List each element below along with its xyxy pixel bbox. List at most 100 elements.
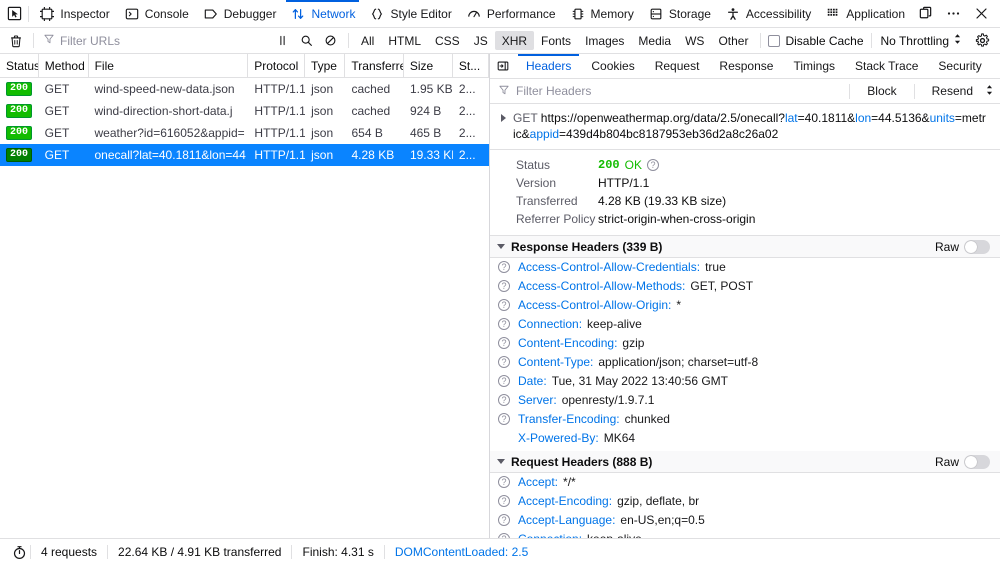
column-header-size[interactable]: Size	[404, 54, 453, 77]
help-icon[interactable]: ?	[498, 280, 510, 292]
request-url-row[interactable]: GET https://openweathermap.org/data/2.5/…	[490, 104, 1000, 150]
tab-console[interactable]: Console	[117, 0, 196, 28]
filter-type-css[interactable]: CSS	[428, 31, 467, 50]
filter-type-js[interactable]: JS	[467, 31, 495, 50]
tab-memory[interactable]: Memory	[563, 0, 641, 28]
help-icon[interactable]: ?	[498, 356, 510, 368]
expand-twisty-icon[interactable]	[498, 110, 508, 126]
cell-method: GET	[44, 82, 70, 96]
tab-performance[interactable]: Performance	[459, 0, 563, 28]
toolbar-separator	[849, 83, 851, 99]
header-value: keep-alive	[587, 317, 642, 331]
table-row[interactable]: 200 GET wind-speed-new-data.json HTTP/1.…	[0, 78, 489, 100]
url-param-val: =44.5136&	[871, 111, 930, 125]
stopwatch-icon[interactable]	[8, 545, 30, 560]
tab-style-editor[interactable]: Style Editor	[362, 0, 458, 28]
help-icon[interactable]: ?	[646, 159, 659, 171]
header-row: ? Date: Tue, 31 May 2022 13:40:56 GMT	[490, 372, 1000, 391]
column-header-status-timeline[interactable]: St...	[453, 54, 490, 77]
style-editor-icon	[369, 6, 385, 22]
debugger-icon	[203, 6, 219, 22]
help-icon[interactable]: ?	[498, 495, 510, 507]
disable-cache-checkbox[interactable]: Disable Cache	[766, 34, 865, 48]
tab-application[interactable]: Application	[818, 0, 912, 28]
request-headers-section-header[interactable]: Request Headers (888 B) Raw	[490, 451, 1000, 473]
gear-icon[interactable]	[970, 30, 994, 52]
help-icon[interactable]: ?	[498, 413, 510, 425]
trash-icon[interactable]	[4, 30, 28, 52]
block-button[interactable]: Block	[861, 84, 902, 98]
chevron-updown-icon[interactable]	[985, 84, 994, 99]
filter-headers-input[interactable]: Filter Headers	[516, 84, 838, 98]
meatball-menu-icon[interactable]	[940, 1, 966, 27]
close-icon[interactable]	[968, 1, 994, 27]
filter-type-fonts[interactable]: Fonts	[534, 31, 578, 50]
dock-split-icon[interactable]	[912, 1, 938, 27]
response-headers-section-header[interactable]: Response Headers (339 B) Raw	[490, 236, 1000, 258]
tab-inspector[interactable]: Inspector	[32, 0, 116, 28]
disable-cache-label: Disable Cache	[785, 33, 864, 48]
details-tab-request[interactable]: Request	[645, 54, 710, 78]
raw-toggle[interactable]	[964, 239, 990, 254]
header-row: ? Accept: */*	[490, 473, 1000, 492]
network-main-area: Status Method File Protocol Type Transfe…	[0, 54, 1000, 538]
help-icon[interactable]: ?	[498, 337, 510, 349]
url-param-key: appid	[529, 127, 560, 141]
help-icon[interactable]: ?	[498, 318, 510, 330]
help-icon[interactable]: ?	[498, 299, 510, 311]
filter-type-other[interactable]: Other	[711, 31, 755, 50]
dom-content-loaded: DOMContentLoaded: 2.5	[394, 545, 529, 559]
help-icon[interactable]: ?	[498, 514, 510, 526]
help-icon[interactable]: ?	[498, 476, 510, 488]
block-icon[interactable]	[319, 30, 343, 52]
collapse-twisty-icon[interactable]	[496, 239, 506, 255]
filter-type-ws[interactable]: WS	[678, 31, 711, 50]
help-icon[interactable]: ?	[498, 375, 510, 387]
column-header-transferred[interactable]: Transferred	[345, 54, 404, 77]
column-header-protocol[interactable]: Protocol	[248, 54, 305, 77]
details-tab-label: Response	[719, 59, 774, 73]
resend-button[interactable]: Resend	[926, 84, 979, 98]
details-tab-stack-trace[interactable]: Stack Trace	[845, 54, 928, 78]
details-tab-cookies[interactable]: Cookies	[581, 54, 644, 78]
filter-type-xhr[interactable]: XHR	[494, 31, 535, 50]
column-header-method[interactable]: Method	[39, 54, 89, 77]
help-icon[interactable]: ?	[498, 533, 510, 538]
cell-type: json	[311, 104, 334, 118]
column-header-type[interactable]: Type	[305, 54, 346, 77]
header-row: ? Content-Encoding: gzip	[490, 334, 1000, 353]
header-value: Tue, 31 May 2022 13:40:56 GMT	[551, 374, 729, 388]
header-row: ? Content-Type: application/json; charset=…	[490, 353, 1000, 372]
request-table-body: 200 GET wind-speed-new-data.json HTTP/1.…	[0, 78, 489, 538]
element-picker-icon[interactable]	[6, 1, 24, 27]
panel-collapse-icon[interactable]	[490, 54, 516, 78]
help-icon[interactable]: ?	[498, 261, 510, 273]
column-header-status[interactable]: Status	[0, 54, 39, 77]
search-icon[interactable]	[295, 30, 319, 52]
tab-accessibility[interactable]: Accessibility	[718, 0, 818, 28]
column-header-file[interactable]: File	[89, 54, 249, 77]
filter-type-html[interactable]: HTML	[381, 31, 428, 50]
pause-icon[interactable]	[271, 30, 295, 52]
tab-storage[interactable]: Storage	[641, 0, 718, 28]
details-tab-security[interactable]: Security	[928, 54, 991, 78]
tab-network[interactable]: Network	[283, 0, 362, 28]
filter-urls-input[interactable]: Filter URLs	[39, 31, 271, 51]
filter-type-all[interactable]: All	[354, 31, 381, 50]
help-icon[interactable]: ?	[498, 394, 510, 406]
filter-type-label: All	[360, 33, 375, 48]
details-tab-response[interactable]: Response	[709, 54, 783, 78]
collapse-twisty-icon[interactable]	[496, 454, 506, 470]
details-tab-headers[interactable]: Headers	[516, 54, 581, 78]
table-row[interactable]: 200 GET wind-direction-short-data.j HTTP…	[0, 100, 489, 122]
details-tab-timings[interactable]: Timings	[783, 54, 845, 78]
throttling-select[interactable]: No Throttling	[877, 33, 966, 48]
table-row-selected[interactable]: 200 GET onecall?lat=40.1811&lon=44 HTTP/…	[0, 144, 489, 166]
raw-label: Raw	[934, 454, 959, 469]
raw-toggle[interactable]	[964, 454, 990, 469]
table-row[interactable]: 200 GET weather?id=616052&appid= HTTP/1.…	[0, 122, 489, 144]
checkbox-box	[768, 34, 781, 47]
filter-type-media[interactable]: Media	[631, 31, 678, 50]
tab-debugger[interactable]: Debugger	[196, 0, 284, 28]
filter-type-images[interactable]: Images	[578, 31, 631, 50]
